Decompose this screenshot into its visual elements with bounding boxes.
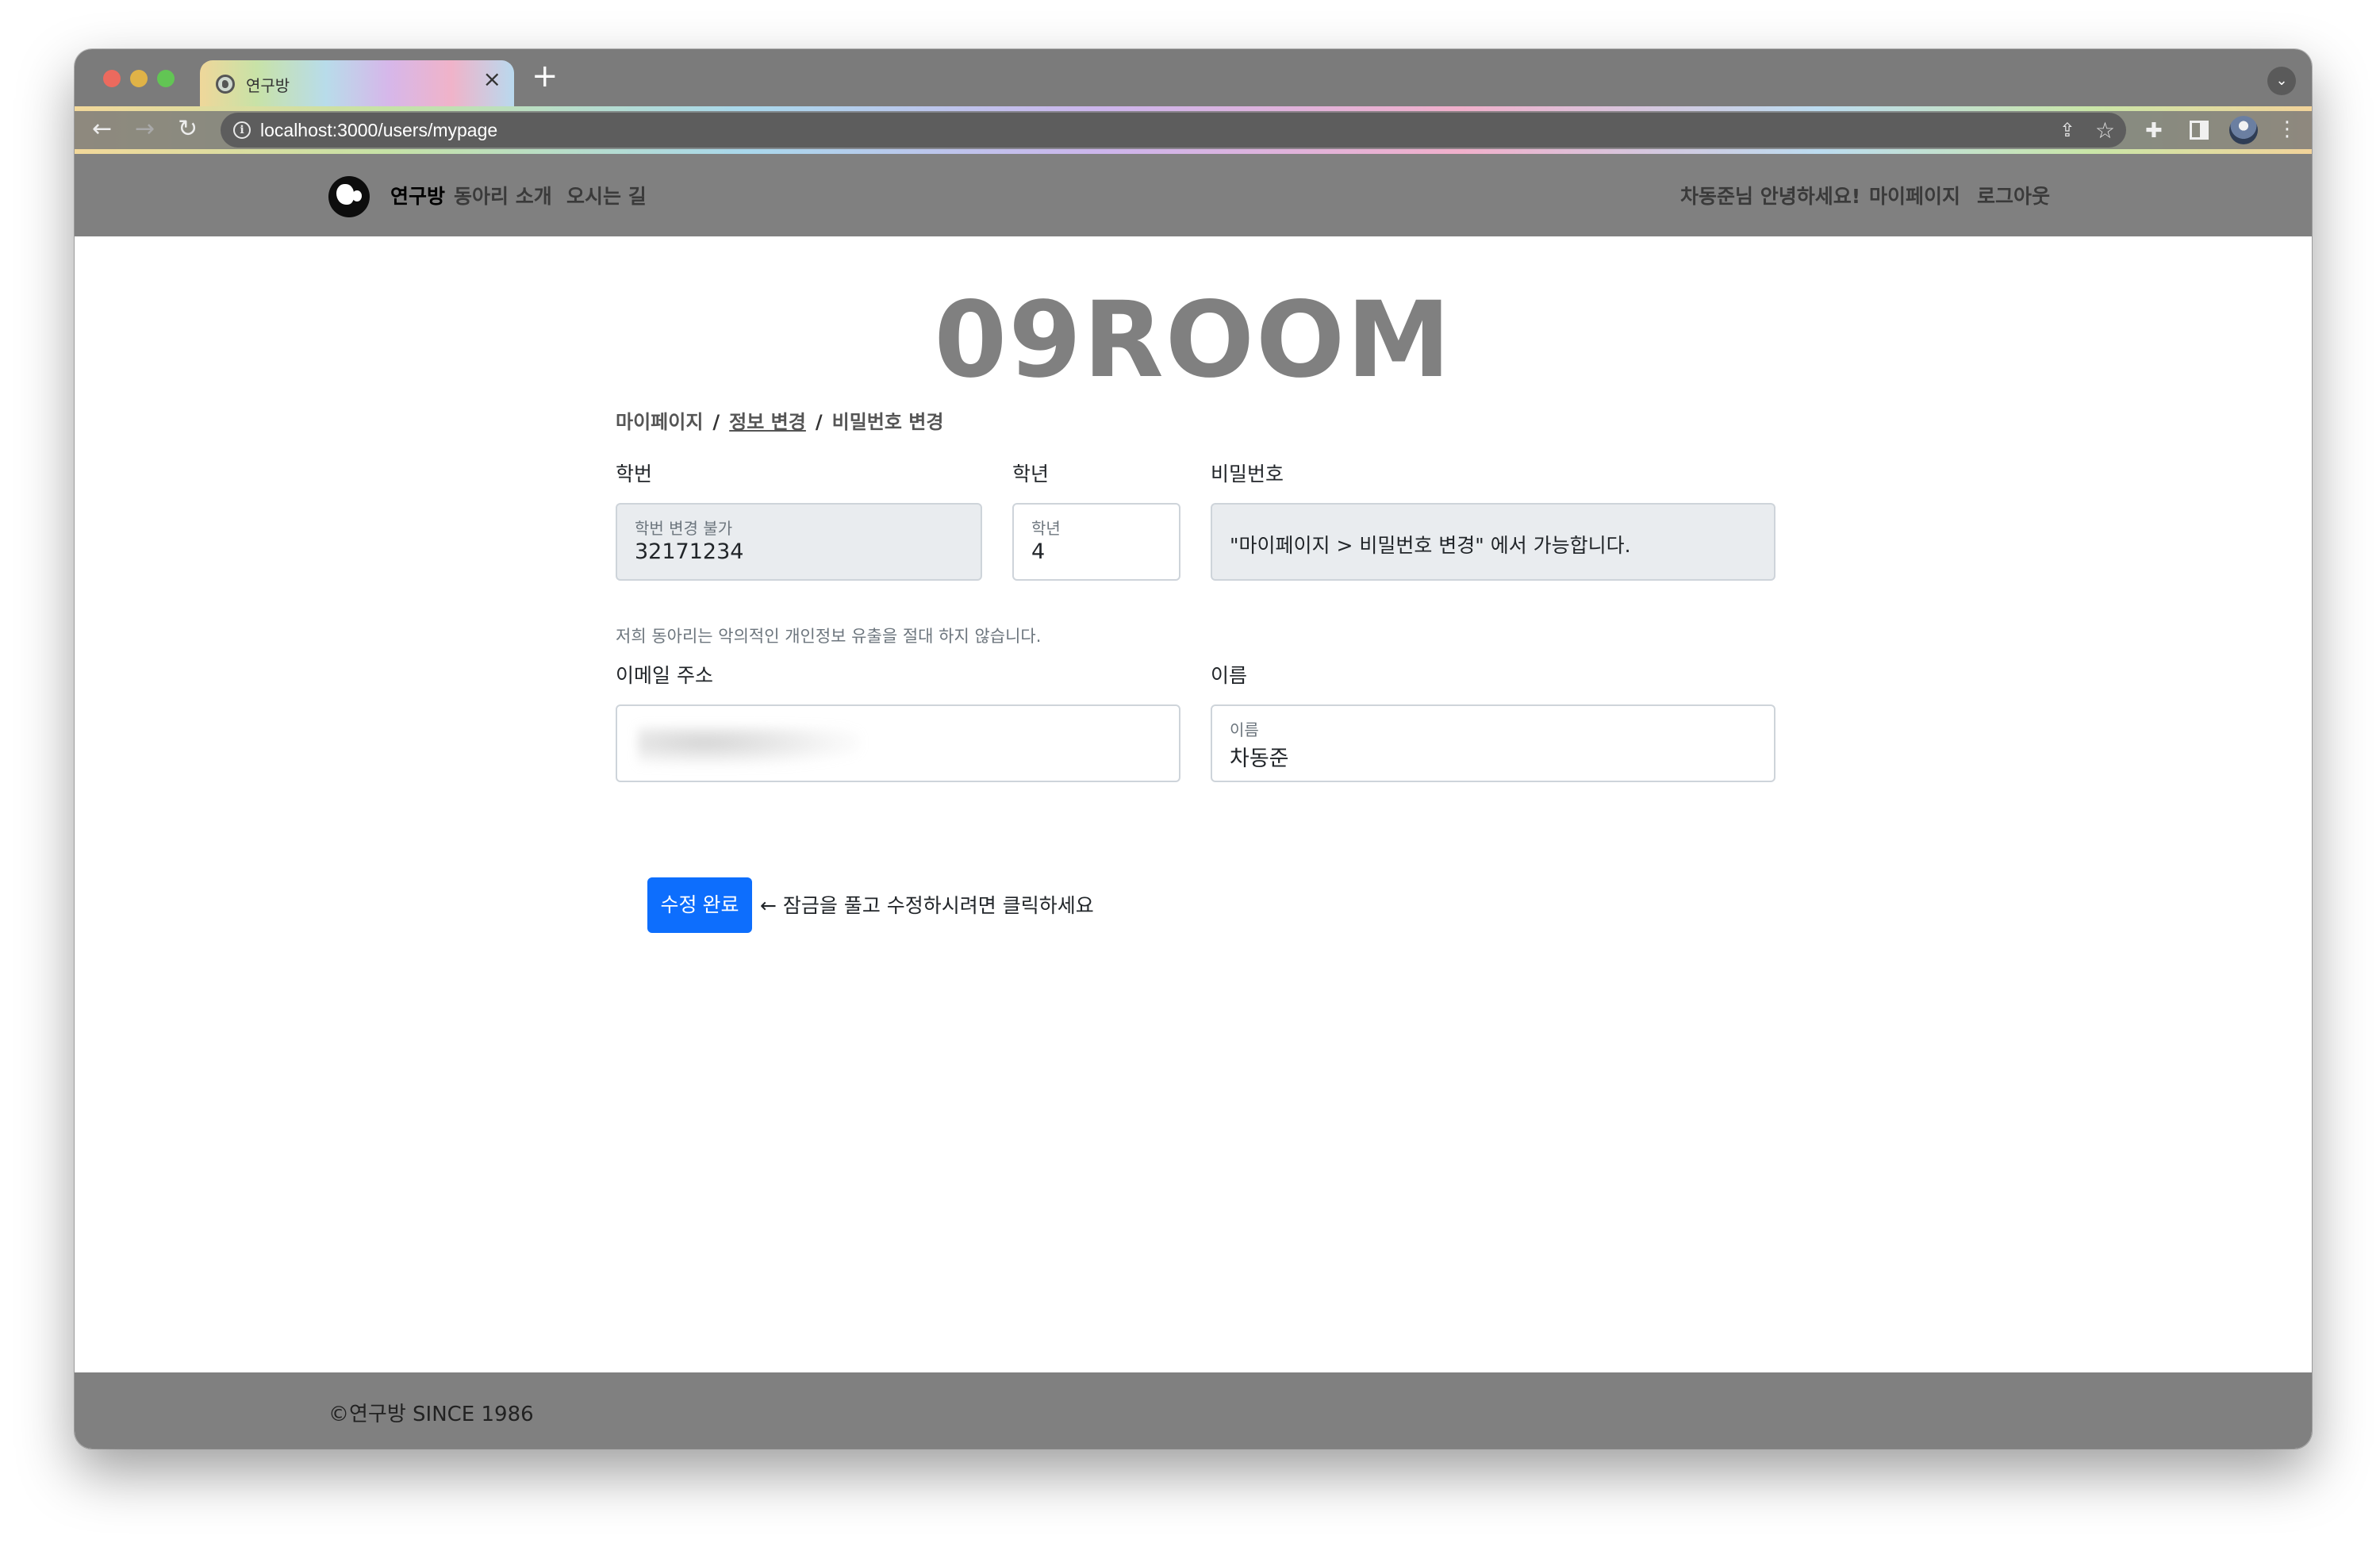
email-field[interactable]: [616, 704, 1180, 782]
browser-tab[interactable]: 연구방 ×: [200, 60, 514, 106]
grade-floating-label: 학년: [1031, 519, 1061, 538]
privacy-note: 저희 동아리는 악의적인 개인정보 유출을 절대 하지 않습니다.: [616, 627, 1042, 646]
maximize-window-button[interactable]: [157, 70, 175, 87]
grade-label: 학년: [1012, 463, 1050, 486]
breadcrumb: 마이페이지 / 정보 변경 / 비밀번호 변경: [616, 406, 943, 434]
site-navbar: 연구방 동아리 소개 오시는 길 차동준님 안녕하세요! 마이페이지 로그아웃: [75, 154, 2312, 236]
breadcrumb-separator: /: [712, 411, 720, 433]
site-footer: ©연구방 SINCE 1986: [75, 1372, 2312, 1449]
email-label: 이메일 주소: [616, 664, 713, 687]
close-window-button[interactable]: [103, 70, 121, 87]
forward-arrow-icon[interactable]: →: [135, 117, 155, 141]
submit-edit-button[interactable]: 수정 완료: [647, 877, 752, 933]
breadcrumb-change-password[interactable]: 비밀번호 변경: [832, 406, 944, 434]
brand-link[interactable]: 연구방: [390, 181, 445, 209]
browser-toolbar: ← → ↻ i localhost:3000/users/mypage ⇪ ☆ …: [75, 106, 2312, 154]
side-panel-icon[interactable]: [2190, 121, 2209, 140]
user-greeting: 차동준님 안녕하세요!: [1680, 185, 1861, 208]
web-page: 연구방 동아리 소개 오시는 길 차동준님 안녕하세요! 마이페이지 로그아웃 …: [75, 154, 2312, 1449]
footer-copyright: ©연구방 SINCE 1986: [328, 1403, 534, 1426]
email-value-blurred: [638, 727, 860, 766]
close-tab-icon[interactable]: ×: [483, 68, 501, 90]
tab-title: 연구방: [246, 76, 290, 95]
tab-search-button[interactable]: ⌄: [2267, 67, 2296, 95]
student-id-label: 학번: [616, 463, 653, 486]
profile-avatar[interactable]: [2229, 116, 2258, 144]
student-id-value: 32171234: [635, 539, 744, 564]
password-note: "마이페이지 > 비밀번호 변경" 에서 가능합니다.: [1230, 534, 1631, 557]
tab-strip: 연구방 × + ⌄: [75, 49, 2312, 106]
name-value[interactable]: 차동준: [1230, 741, 1289, 772]
breadcrumb-separator: /: [815, 411, 823, 433]
student-id-floating-label: 학번 변경 불가: [635, 519, 733, 538]
nav-link-about[interactable]: 동아리 소개: [454, 181, 552, 209]
reload-icon[interactable]: ↻: [178, 117, 198, 141]
new-tab-button[interactable]: +: [532, 60, 559, 92]
nav-link-directions[interactable]: 오시는 길: [566, 181, 647, 209]
unlock-hint: ← 잠금을 풀고 수정하시려면 클릭하세요: [760, 894, 1094, 917]
more-menu-icon[interactable]: ⋮: [2277, 117, 2297, 141]
name-floating-label: 이름: [1230, 720, 1259, 739]
grade-value[interactable]: 4: [1031, 539, 1045, 564]
password-field: "마이페이지 > 비밀번호 변경" 에서 가능합니다.: [1211, 503, 1775, 581]
name-label: 이름: [1211, 664, 1248, 687]
grade-field[interactable]: 학년 4: [1012, 503, 1180, 581]
site-info-icon[interactable]: i: [233, 121, 251, 139]
url-text[interactable]: localhost:3000/users/mypage: [260, 120, 497, 141]
globe-icon: [216, 75, 235, 94]
share-icon[interactable]: ⇪: [2059, 119, 2075, 141]
address-bar[interactable]: i localhost:3000/users/mypage ⇪ ☆: [221, 113, 2126, 148]
password-label: 비밀번호: [1211, 463, 1284, 486]
extensions-puzzle-icon[interactable]: ✚: [2145, 119, 2163, 143]
minimize-window-button[interactable]: [130, 70, 148, 87]
student-id-field: 학번 변경 불가 32171234: [616, 503, 982, 581]
club-logo-icon[interactable]: [328, 176, 370, 217]
breadcrumb-edit-info[interactable]: 정보 변경: [729, 406, 806, 434]
nav-link-mypage[interactable]: 마이페이지: [1869, 181, 1960, 209]
back-arrow-icon[interactable]: ←: [92, 117, 112, 141]
breadcrumb-mypage[interactable]: 마이페이지: [616, 406, 703, 434]
browser-window: 연구방 × + ⌄ ← → ↻ i localhost:3000/users/m…: [75, 49, 2312, 1449]
bookmark-star-icon[interactable]: ☆: [2095, 117, 2115, 144]
nav-link-logout[interactable]: 로그아웃: [1977, 181, 2050, 209]
page-hero-title: 09ROOM: [934, 279, 1453, 401]
name-field[interactable]: 이름 차동준: [1211, 704, 1775, 782]
